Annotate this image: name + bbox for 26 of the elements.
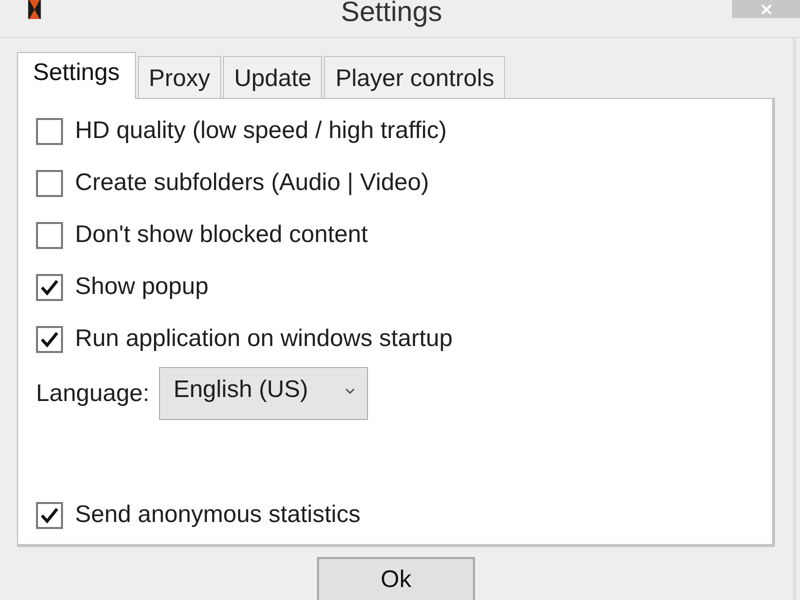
chevron-down-icon — [345, 388, 356, 394]
checkbox[interactable] — [36, 118, 63, 144]
check-icon — [40, 506, 59, 524]
language-dropdown[interactable]: English (US) — [159, 367, 368, 420]
checkbox-label: Send anonymous statistics — [75, 503, 360, 527]
checkbox[interactable] — [36, 170, 63, 196]
tab[interactable]: Settings — [17, 52, 136, 99]
close-icon — [760, 4, 772, 14]
checkbox-label: Don't show blocked content — [75, 223, 368, 247]
check-icon — [40, 330, 59, 348]
checkbox-label: Run application on windows startup — [75, 327, 453, 351]
language-label: Language: — [36, 382, 150, 406]
tab[interactable]: Proxy — [138, 56, 222, 98]
checkbox-label: HD quality (low speed / high traffic) — [75, 119, 447, 143]
checkbox[interactable] — [36, 274, 63, 300]
tab[interactable]: Player controls — [324, 56, 506, 98]
window-title: Settings — [340, 0, 442, 26]
checkbox[interactable] — [36, 502, 63, 528]
checkbox[interactable] — [36, 326, 63, 352]
tab[interactable]: Update — [223, 56, 322, 98]
checkbox[interactable] — [36, 222, 63, 248]
check-icon — [40, 278, 59, 296]
checkbox-label: Show popup — [75, 275, 208, 299]
app-logo-icon — [28, 0, 41, 19]
checkbox-label: Create subfolders (Audio | Video) — [75, 171, 429, 195]
ok-button[interactable]: Ok — [317, 557, 475, 600]
